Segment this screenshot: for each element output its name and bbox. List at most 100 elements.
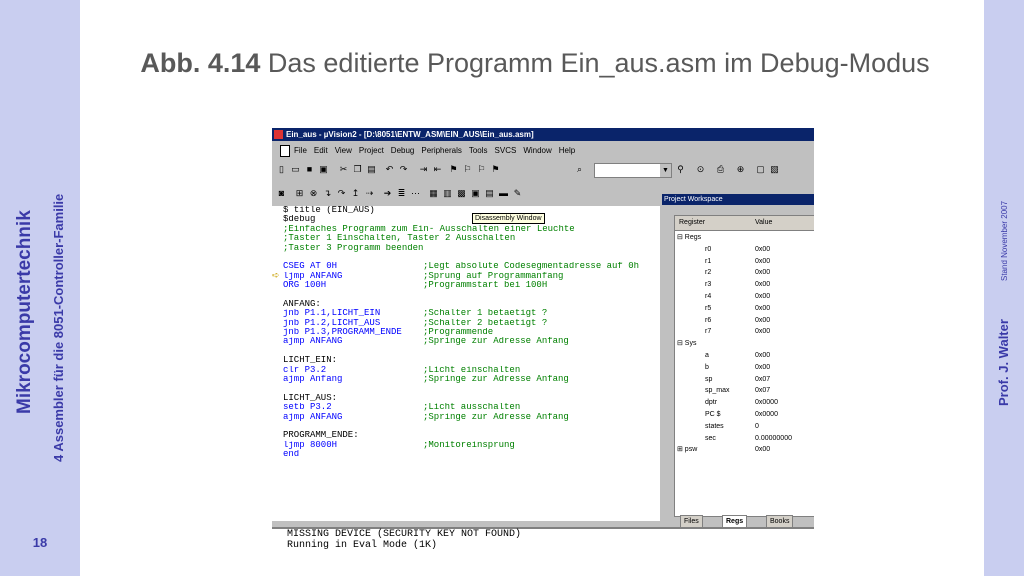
register-value[interactable]: 0x00 <box>755 245 770 255</box>
source-editor[interactable]: ➪ $ title (EIN_AUS) $debug ;Einfaches Prog… <box>272 206 662 521</box>
print-icon[interactable]: ⎙ <box>715 164 726 175</box>
menu-item[interactable]: SVCS <box>495 146 517 155</box>
register-name[interactable]: r2 <box>705 268 711 278</box>
register-value[interactable]: 0x00 <box>755 316 770 326</box>
step-out-icon[interactable]: ↥ <box>350 188 361 199</box>
code-instruction: jnb P1.2,LICHT_AUS <box>283 318 381 328</box>
code-instruction: end <box>283 450 300 460</box>
watch-window-icon[interactable]: ▥ <box>442 188 453 199</box>
menu-item[interactable]: Peripherals <box>421 146 461 155</box>
memory-window-icon[interactable]: ▤ <box>484 188 495 199</box>
next-bookmark-icon[interactable]: ⚐ <box>462 164 473 175</box>
code-comment: ;Programmstart bei 100H <box>423 281 548 291</box>
value-column-header[interactable]: Value <box>755 216 772 230</box>
register-name[interactable]: b <box>705 363 709 373</box>
register-name[interactable]: r6 <box>705 316 711 326</box>
register-value[interactable]: 0x0000 <box>755 398 778 408</box>
menu-item[interactable]: Debug <box>391 146 415 155</box>
menu-item[interactable]: Tools <box>469 146 488 155</box>
register-value[interactable]: 0x00 <box>755 280 770 290</box>
serial-window-icon[interactable]: ▣ <box>470 188 481 199</box>
trace-icon[interactable]: ≣ <box>396 188 407 199</box>
open-folder-icon[interactable]: ▭ <box>290 164 301 175</box>
source-code[interactable]: $ title (EIN_AUS) $debug ;Einfaches Progra… <box>283 206 659 460</box>
register-name[interactable]: a <box>705 351 709 361</box>
code-comment: ;Licht einschalten <box>423 365 521 375</box>
register-value[interactable]: 0x00 <box>755 292 770 302</box>
bookmark-icon[interactable]: ⚑ <box>448 164 459 175</box>
register-value[interactable]: 0x07 <box>755 386 770 396</box>
run-icon[interactable]: ⊞ <box>294 188 305 199</box>
save-all-icon[interactable]: ▣ <box>318 164 329 175</box>
redo-icon[interactable]: ↷ <box>398 164 409 175</box>
window-icon[interactable]: ▢ <box>755 164 766 175</box>
debug-session-icon[interactable]: ⊙ <box>695 164 706 175</box>
register-name[interactable]: dptr <box>705 398 717 408</box>
register-value[interactable]: 0.00000000 <box>755 434 792 444</box>
show-next-statement-icon[interactable]: ➔ <box>382 188 393 199</box>
register-name[interactable]: ⊟ Sys <box>677 339 696 349</box>
paste-icon[interactable]: ▤ <box>366 164 377 175</box>
trace-records-icon[interactable]: ⋯ <box>410 188 421 199</box>
cut-icon[interactable]: ✂ <box>338 164 349 175</box>
performance-analyzer-icon[interactable]: ▬ <box>498 188 509 199</box>
register-name[interactable]: ⊞ psw <box>677 445 697 455</box>
new-file-icon[interactable]: ▯ <box>276 164 287 175</box>
register-value[interactable]: 0 <box>755 422 759 432</box>
prev-bookmark-icon[interactable]: ⚐ <box>476 164 487 175</box>
register-name[interactable]: r0 <box>705 245 711 255</box>
app-icon <box>274 130 283 139</box>
register-name[interactable]: ⊟ Regs <box>677 233 701 243</box>
register-name[interactable]: sp_max <box>705 386 730 396</box>
run-to-cursor-icon[interactable]: ⇢ <box>364 188 375 199</box>
menu-item[interactable]: Project <box>359 146 384 155</box>
register-name[interactable]: r4 <box>705 292 711 302</box>
register-value[interactable]: 0x00 <box>755 351 770 361</box>
find-icon[interactable]: ⚲ <box>675 164 686 175</box>
register-value[interactable]: 0x00 <box>755 304 770 314</box>
menu-item[interactable]: Help <box>559 146 575 155</box>
menu-item[interactable]: Window <box>523 146 551 155</box>
stop-icon[interactable]: ⊗ <box>308 188 319 199</box>
outdent-icon[interactable]: ⇤ <box>432 164 443 175</box>
code-line: LICHT_EIN: <box>283 356 659 365</box>
save-icon[interactable]: ■ <box>304 164 315 175</box>
code-coverage-icon[interactable]: ▩ <box>456 188 467 199</box>
clear-bookmarks-icon[interactable]: ⚑ <box>490 164 501 175</box>
register-name[interactable]: states <box>705 422 724 432</box>
find-combo[interactable]: ▼ <box>594 163 672 178</box>
register-value[interactable]: 0x00 <box>755 363 770 373</box>
zoom-icon[interactable]: ⊕ <box>735 164 746 175</box>
register-value[interactable]: 0x07 <box>755 375 770 385</box>
register-name[interactable]: r3 <box>705 280 711 290</box>
register-value[interactable]: 0x0000 <box>755 410 778 420</box>
menu-item[interactable]: View <box>335 146 352 155</box>
reset-icon[interactable]: ◙ <box>276 188 287 199</box>
register-name[interactable]: sec <box>705 434 716 444</box>
copy-icon[interactable]: ❐ <box>352 164 363 175</box>
register-value[interactable]: 0x00 <box>755 445 770 455</box>
register-name[interactable]: r5 <box>705 304 711 314</box>
register-value[interactable]: 0x00 <box>755 257 770 267</box>
undo-icon[interactable]: ↶ <box>384 164 395 175</box>
step-over-icon[interactable]: ↷ <box>336 188 347 199</box>
slide-title: Abb. 4.14 Das editierte Programm Ein_aus… <box>120 46 950 80</box>
menu-item[interactable]: File <box>294 146 307 155</box>
register-name[interactable]: r7 <box>705 327 711 337</box>
register-name[interactable]: r1 <box>705 257 711 267</box>
register-value[interactable]: 0x00 <box>755 268 770 278</box>
chevron-down-icon[interactable]: ▼ <box>660 164 671 177</box>
disassembly-window-icon[interactable]: ▦ <box>428 188 439 199</box>
code-line: ORG 100H ;Programmstart bei 100H <box>283 281 659 290</box>
find-in-files-icon[interactable]: ⌕ <box>574 164 585 175</box>
step-into-icon[interactable]: ↴ <box>322 188 333 199</box>
register-name[interactable]: PC $ <box>705 410 721 420</box>
register-value[interactable]: 0x00 <box>755 327 770 337</box>
tools-icon[interactable]: ✎ <box>512 188 523 199</box>
options-icon[interactable]: ▧ <box>769 164 780 175</box>
menu-item[interactable]: Edit <box>314 146 328 155</box>
register-column-header[interactable]: Register <box>679 216 705 230</box>
code-instruction: ljmp ANFANG <box>283 271 343 281</box>
register-name[interactable]: sp <box>705 375 712 385</box>
indent-icon[interactable]: ⇥ <box>418 164 429 175</box>
